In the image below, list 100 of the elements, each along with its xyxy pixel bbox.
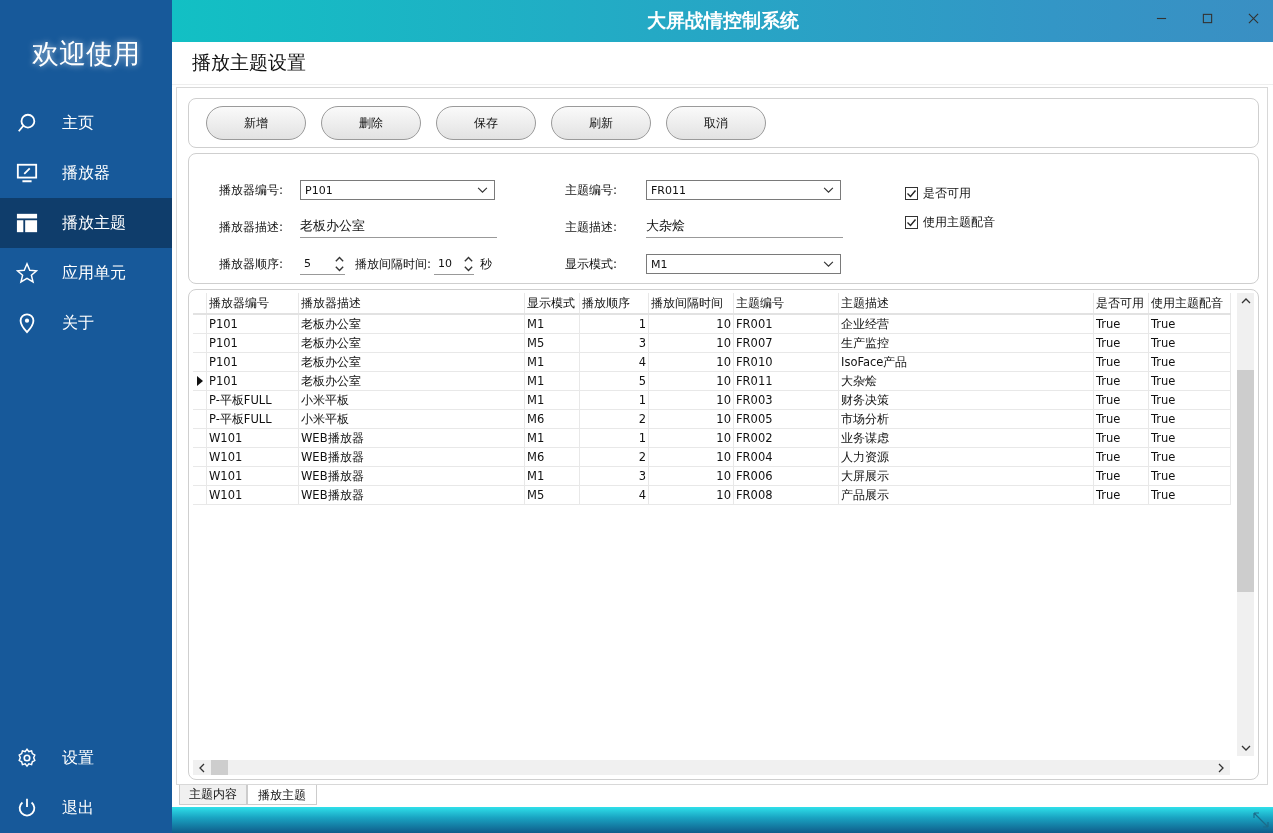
resize-grip-icon[interactable] [1253,812,1269,828]
window-title: 大屏战情控制系统 [646,8,799,33]
table-cell: True [1094,486,1149,504]
table-cell: FR010 [734,353,839,371]
table-cell: FR006 [734,467,839,485]
column-header[interactable]: 播放顺序 [580,293,649,313]
toolbar-button[interactable]: 取消 [666,106,766,140]
toolbar-button[interactable]: 删除 [321,106,421,140]
column-header[interactable]: 播放器编号 [207,293,299,313]
table-cell: True [1094,315,1149,333]
table-cell: M1 [525,429,580,447]
table-cell: True [1094,448,1149,466]
column-header[interactable]: 使用主题配音 [1149,293,1231,313]
table-cell: True [1094,334,1149,352]
sidebar-title: 欢迎使用 [32,37,140,71]
column-header[interactable]: 播放器描述 [299,293,525,313]
table-cell: M6 [525,410,580,428]
nav-item[interactable]: 播放器 [0,148,172,198]
nav-item[interactable]: 设置 [0,733,172,783]
scroll-down-icon[interactable] [1240,745,1251,751]
text-field[interactable]: 大杂烩 [646,216,843,238]
table-cell: M1 [525,353,580,371]
nav-item[interactable]: 应用单元 [0,248,172,298]
table-cell: 2 [580,448,649,466]
table-cell: M1 [525,372,580,390]
nav-label: 退出 [62,797,94,819]
table-cell: FR011 [734,372,839,390]
nav-item[interactable]: 播放主题 [0,198,172,248]
table-cell: M5 [525,486,580,504]
dropdown[interactable]: M1 [646,254,841,274]
table-cell: 业务谋虑 [839,429,1094,447]
table-cell: FR007 [734,334,839,352]
vertical-scrollbar[interactable] [1237,293,1254,756]
nav-item[interactable]: 退出 [0,783,172,833]
unit-label: 秒 [480,255,493,273]
table-cell: 大屏展示 [839,467,1094,485]
table-cell: 老板办公室 [299,353,525,371]
table-cell: 10 [649,315,734,333]
field-label: 播放器描述: [219,218,285,236]
table-cell: M6 [525,448,580,466]
scrollbar-thumb[interactable] [1237,370,1254,592]
table-cell: W101 [207,486,299,504]
page-title: 播放主题设置 [192,50,306,75]
table-cell: True [1149,410,1231,428]
table-cell: M1 [525,391,580,409]
table-cell: 10 [649,334,734,352]
table-cell: P101 [207,372,299,390]
toolbar-button[interactable]: 新增 [206,106,306,140]
monitor-icon [16,162,38,184]
column-header[interactable]: 主题编号 [734,293,839,313]
scroll-up-icon[interactable] [1240,298,1251,304]
table-cell: FR001 [734,315,839,333]
dropdown[interactable]: P101 [300,180,495,200]
maximize-icon[interactable] [1202,13,1213,24]
nav-label: 应用单元 [62,262,126,284]
table-cell: FR002 [734,429,839,447]
number-spinner[interactable]: 10 [434,253,475,275]
number-spinner[interactable]: 5 [300,253,345,275]
field-label: 主题编号: [565,181,619,199]
field-label: 播放间隔时间: [355,255,432,273]
horizontal-scrollbar[interactable] [193,760,1230,775]
table-cell: True [1149,353,1231,371]
scrollbar-thumb[interactable] [211,760,228,775]
table-cell: True [1149,315,1231,333]
table-cell: WEB播放器 [299,448,525,466]
table-cell: 10 [649,391,734,409]
chevron-down-icon [477,186,488,194]
scroll-left-icon[interactable] [199,762,205,773]
table-cell: FR008 [734,486,839,504]
checkbox[interactable]: 是否可用 [905,183,995,203]
toolbar-button[interactable]: 保存 [436,106,536,140]
table-cell: 2 [580,410,649,428]
nav-item[interactable]: 主页 [0,98,172,148]
dropdown[interactable]: FR011 [646,180,841,200]
layout-icon [16,212,38,234]
column-header[interactable]: 是否可用 [1094,293,1149,313]
scroll-right-icon[interactable] [1218,762,1224,773]
table-cell: True [1149,448,1231,466]
column-header[interactable]: 播放间隔时间 [649,293,734,313]
table-cell: P101 [207,353,299,371]
table-cell: 生产监控 [839,334,1094,352]
field-label: 主题描述: [565,218,619,236]
chevron-down-icon [823,260,834,268]
column-header[interactable]: 主题描述 [839,293,1094,313]
nav-label: 播放器 [62,162,110,184]
table-cell: True [1094,467,1149,485]
column-header[interactable]: 显示模式 [525,293,580,313]
table-cell: IsoFace产品 [839,353,1094,371]
table-cell: True [1094,372,1149,390]
checkbox[interactable]: 使用主题配音 [905,212,995,232]
tab[interactable]: 播放主题 [247,785,317,805]
text-field[interactable]: 老板办公室 [300,216,497,238]
table-cell: WEB播放器 [299,429,525,447]
nav-item[interactable]: 关于 [0,298,172,348]
toolbar-button[interactable]: 刷新 [551,106,651,140]
close-icon[interactable] [1248,13,1259,24]
tab[interactable]: 主题内容 [179,785,247,805]
field-label: 播放器编号: [219,181,285,199]
table-cell: 1 [580,391,649,409]
table-cell: M1 [525,467,580,485]
